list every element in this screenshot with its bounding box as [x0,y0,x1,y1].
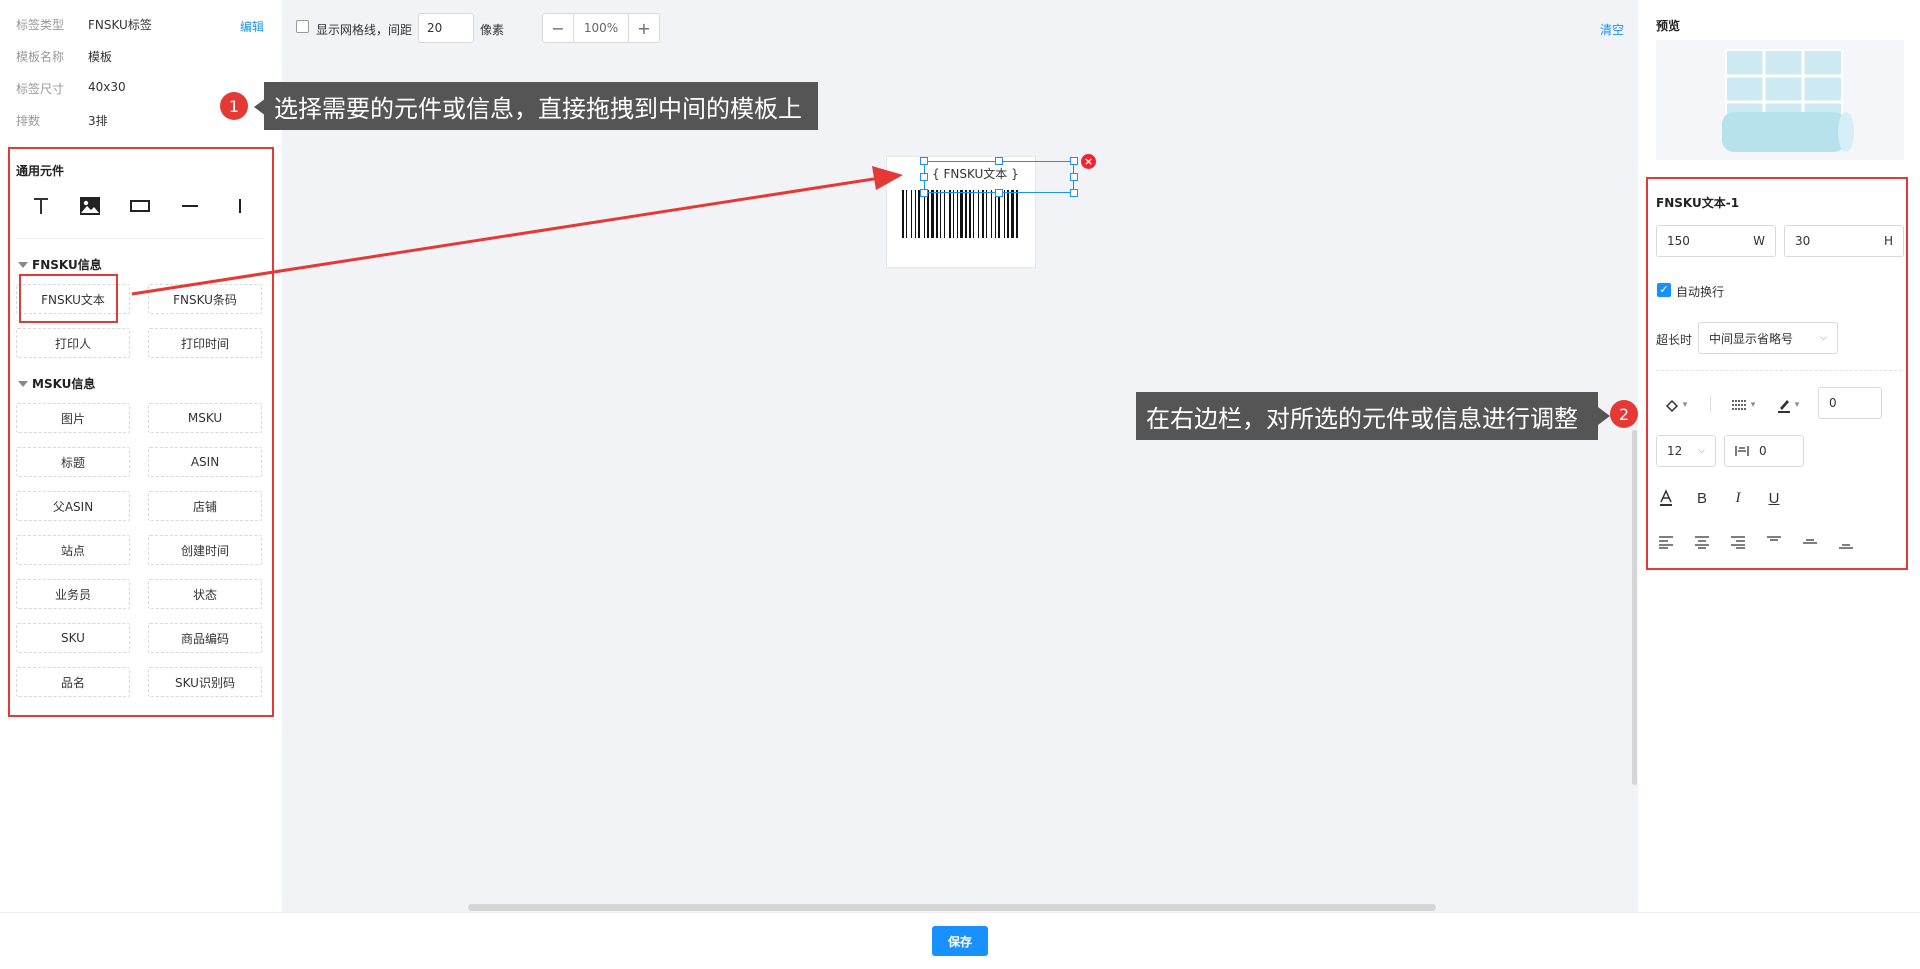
overflow-select[interactable]: 中间显示省略号 ⌵ [1698,322,1838,354]
border-width-input[interactable]: 0 [1818,387,1882,419]
border-color-icon[interactable]: ▾ [1770,394,1806,416]
height-value: 30 [1795,234,1811,248]
letter-spacing-value: 0 [1759,444,1767,458]
valign-bottom-icon[interactable] [1836,532,1856,552]
letter-spacing-icon [1735,446,1749,456]
underline-icon[interactable]: U [1764,488,1784,508]
valign-middle-icon[interactable] [1800,532,1820,552]
callout-pointer [1598,407,1610,425]
overflow-label: 超长时 [1656,333,1693,347]
chevron-down-icon: ⌵ [1698,446,1705,456]
font-size-select[interactable]: 12 ⌵ [1656,435,1716,467]
height-input[interactable]: 30 H [1784,225,1904,257]
save-button[interactable]: 保存 [932,926,988,956]
width-input[interactable]: 150 W [1656,225,1776,257]
auto-wrap-label: 自动换行 [1676,285,1725,299]
overflow-value: 中间显示省略号 [1709,331,1794,346]
height-unit: H [1883,234,1893,248]
italic-icon[interactable]: I [1728,488,1748,508]
callout-step-1: 选择需要的元件或信息，直接拖拽到中间的模板上 [264,82,818,130]
chevron-down-icon: ⌵ [1820,333,1827,343]
element-title: FNSKU文本-1 [1656,196,1740,210]
align-right-icon[interactable] [1728,532,1748,552]
font-color-icon[interactable] [1656,488,1676,508]
divider [1656,370,1902,371]
width-unit: W [1753,234,1765,248]
bold-icon[interactable]: B [1692,488,1712,508]
divider [1710,396,1711,412]
callout-step-2: 在右边栏，对所选的元件或信息进行调整 [1136,392,1598,440]
valign-top-icon[interactable] [1764,532,1784,552]
vertical-scrollbar[interactable] [1632,430,1637,785]
align-center-icon[interactable] [1692,532,1712,552]
font-size-value: 12 [1667,444,1683,458]
horizontal-scrollbar[interactable] [468,904,1436,911]
callout-number-1: 1 [220,92,248,120]
callout-number-2: 2 [1610,400,1638,428]
letter-spacing-input[interactable]: 0 [1724,435,1804,467]
preview-title: 预览 [1656,19,1681,33]
align-left-icon[interactable] [1656,532,1676,552]
fill-color-icon[interactable]: ▾ [1658,394,1694,416]
preview-image [1656,40,1904,160]
border-style-icon[interactable]: ▾ [1724,394,1762,416]
auto-wrap-checkbox[interactable]: ✓ [1657,283,1671,297]
width-value: 150 [1667,234,1690,248]
